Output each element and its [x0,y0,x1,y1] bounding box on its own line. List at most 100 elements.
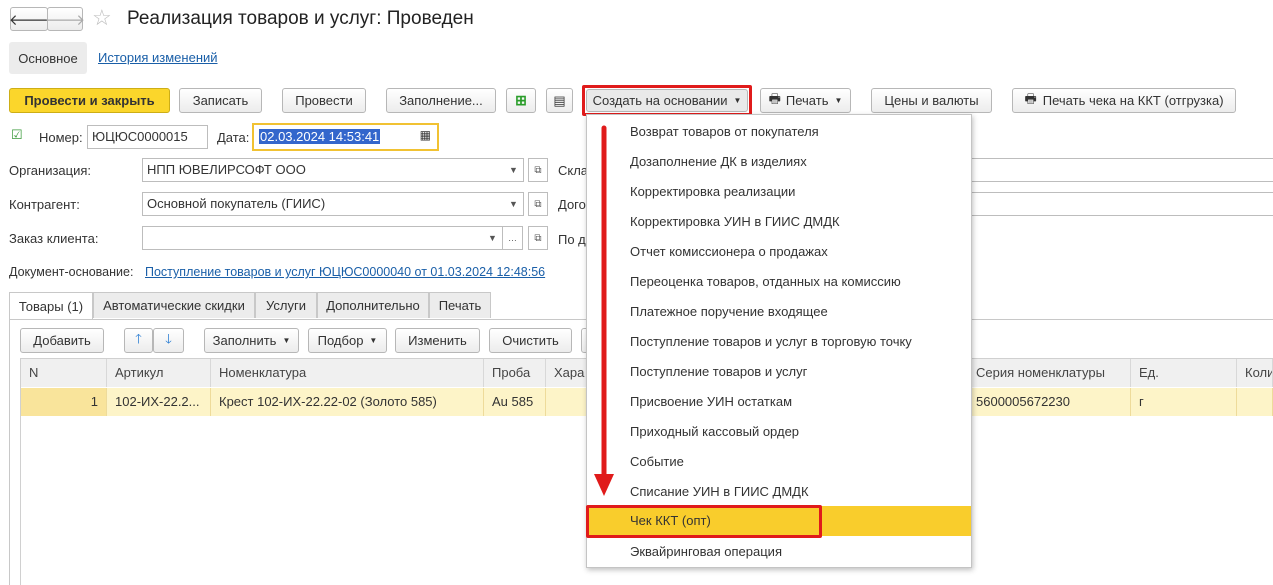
client-order-open-button[interactable]: ⧉ [528,226,548,250]
open-icon: ⧉ [534,164,542,176]
fill-table-label: Заполнить [212,333,277,348]
client-order-field[interactable] [142,226,484,250]
document-icon: ▤ [553,92,566,108]
star-icon[interactable]: ☆ [92,5,112,31]
contractor-label: Контрагент: [9,197,80,212]
col-header-qty[interactable]: Коли [1237,359,1273,387]
create-based-on-label: Создать на основании [592,93,728,108]
change-button[interactable]: Изменить [395,328,480,353]
move-down-button[interactable]: 🡓 [153,328,184,353]
contractor-dropdown[interactable]: ▼ [504,192,524,216]
menu-item-uin-assignment[interactable]: Присвоение УИН остаткам [587,387,971,417]
chevron-down-icon: ▼ [369,336,378,345]
menu-item-receipt-to-store[interactable]: Поступление товаров и услуг в торговую т… [587,327,971,357]
contract-field[interactable] [965,192,1273,216]
menu-item-commissioner-report[interactable]: Отчет комиссионера о продажах [587,237,971,267]
cell-article: 102-ИХ-22.2... [107,388,211,416]
base-document-label: Документ-основание: [9,265,134,279]
organization-open-button[interactable]: ⧉ [528,158,548,182]
back-button[interactable]: 🡐 [8,7,50,31]
tab-services[interactable]: Услуги [255,292,317,318]
clear-button[interactable]: Очистить [489,328,572,353]
menu-item-acquiring[interactable]: Эквайринговая операция [587,537,971,567]
posted-check-icon: ☑ [11,127,23,142]
organization-label: Организация: [9,163,92,178]
move-up-button[interactable]: 🡑 [124,328,153,353]
menu-item-cash-receipt-order[interactable]: Приходный кассовый ордер [587,417,971,447]
col-header-n[interactable]: N [21,359,107,387]
client-order-select[interactable]: … [503,226,523,250]
organization-dropdown[interactable]: ▼ [504,158,524,182]
col-header-series[interactable]: Серия номенклатуры [968,359,1131,387]
fill-button[interactable]: Заполнение... [386,88,496,113]
add-row-button[interactable]: Добавить [20,328,104,353]
menu-item-revaluation[interactable]: Переоценка товаров, отданных на комиссию [587,267,971,297]
menu-item-highlight-box [586,505,822,538]
menu-item-sale-correction[interactable]: Корректировка реализации [587,177,971,207]
post-button[interactable]: Провести [282,88,366,113]
contractor-open-button[interactable]: ⧉ [528,192,548,216]
warehouse-label: Скла [558,163,589,178]
annotation-arrow-icon [594,125,614,496]
create-based-on-button[interactable]: Создать на основании ▼ [586,89,748,112]
client-order-label: Заказ клиента: [9,231,99,246]
open-icon: ⧉ [534,198,542,210]
menu-item-return-goods[interactable]: Возврат товаров от покупателя [587,117,971,147]
col-header-article[interactable]: Артикул [107,359,211,387]
menu-item-payment-order[interactable]: Платежное поручение входящее [587,297,971,327]
print-check-button[interactable]: 🖶 Печать чека на ККТ (отгрузка) [1012,88,1236,113]
printer-icon: 🖶 [768,90,781,106]
col-header-item[interactable]: Номенклатура [211,359,484,387]
delivery-label: По д [558,232,586,247]
cell-unit: г [1131,388,1237,416]
date-value: 02.03.2024 14:53:41 [259,129,381,144]
col-header-unit[interactable]: Ед. [1131,359,1237,387]
tab-main[interactable]: Основное [9,42,87,74]
organization-field[interactable]: НПП ЮВЕЛИРСОФТ ООО [142,158,505,182]
forward-button[interactable]: 🡒 [44,7,86,31]
contractor-field[interactable]: Основной покупатель (ГИИС) [142,192,505,216]
tab-main-label: Основное [18,50,78,66]
tab-goods[interactable]: Товары (1) [9,292,93,320]
tab-additional[interactable]: Дополнительно [317,292,429,318]
fill-table-button[interactable]: Заполнить ▼ [204,328,299,353]
save-button[interactable]: Записать [179,88,262,113]
chevron-down-icon: ▼ [834,96,843,105]
arrow-right-icon: 🡒 [44,11,86,29]
cell-item: Крест 102-ИХ-22.22-02 (Золото 585) [211,388,484,416]
print-label: Печать [785,93,829,108]
cell-series: 5600005672230 [968,388,1131,416]
tab-print[interactable]: Печать [429,292,491,318]
print-check-label: Печать чека на ККТ (отгрузка) [1042,93,1224,108]
warehouse-field[interactable] [965,158,1273,182]
print-button[interactable]: 🖶 Печать ▼ [760,88,851,113]
selection-label: Подбор [317,333,364,348]
number-field[interactable]: ЮЦЮС0000015 [87,125,208,149]
date-field[interactable]: 02.03.2024 14:53:41 ▦ [252,123,439,151]
menu-item-dk-fill[interactable]: Дозаполнение ДК в изделиях [587,147,971,177]
document-list-button[interactable]: ▤ [546,88,573,113]
menu-item-uin-correction[interactable]: Корректировка УИН в ГИИС ДМДК [587,207,971,237]
tab-auto-discounts[interactable]: Автоматические скидки [93,292,255,318]
client-order-dropdown[interactable]: ▼ [483,226,503,250]
number-label: Номер: [39,130,83,145]
calendar-icon[interactable]: ▦ [420,128,431,142]
post-and-close-button[interactable]: Провести и закрыть [9,88,170,113]
open-icon: ⧉ [534,232,542,244]
menu-item-uin-writeoff[interactable]: Списание УИН в ГИИС ДМДК [587,477,971,507]
selection-button[interactable]: Подбор ▼ [308,328,387,353]
cell-probe: Au 585 [484,388,546,416]
menu-item-receipt-goods[interactable]: Поступление товаров и услуг [587,357,971,387]
arrow-up-icon: 🡑 [135,330,142,346]
prices-currencies-button[interactable]: Цены и валюты [871,88,992,113]
menu-item-event[interactable]: Событие [587,447,971,477]
col-header-probe[interactable]: Проба [484,359,546,387]
tab-history[interactable]: История изменений [98,50,218,65]
chevron-down-icon: ▼ [282,336,291,345]
page-title: Реализация товаров и услуг: Проведен [127,8,474,29]
arrow-left-icon: 🡐 [8,11,50,29]
base-document-link[interactable]: Поступление товаров и услуг ЮЦЮС0000040 … [145,265,545,279]
date-label: Дата: [217,130,250,145]
table-add-icon-button[interactable]: ⊞ [506,88,536,113]
cash-register-icon: 🖶 [1024,90,1037,106]
